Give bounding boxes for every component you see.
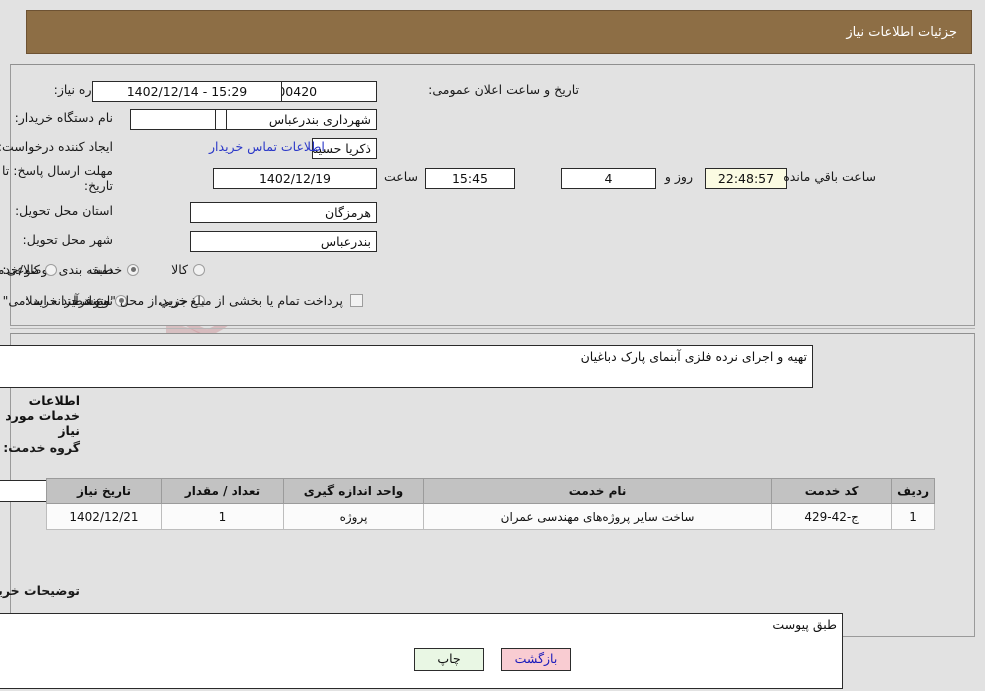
buyer-org-label: نام دستگاه خریدار:	[14, 110, 113, 125]
td-unit: پروژه	[283, 503, 424, 530]
th-radif: ردیف	[891, 478, 935, 504]
panel-divider	[10, 328, 975, 329]
general-desc-textarea[interactable]: تهیه و اجرای نرده فلزی آبنمای پارک دباغی…	[0, 345, 813, 388]
buyer-notes-label-wrap: توضیحات خریدار:	[0, 583, 80, 598]
deadline-label: مهلت ارسال پاسخ: تا تاریخ:	[2, 163, 113, 193]
td-qty: 1	[161, 503, 284, 530]
deadline-days-label: روز و	[664, 169, 693, 184]
province-value: هرمزگان	[190, 202, 377, 223]
category-option-kala-khedmat[interactable]: کالا/خدمت	[0, 262, 57, 277]
page-header: جزئیات اطلاعات نیاز	[26, 10, 972, 54]
table-row: 1 ج-42-429 ساخت سایر پروژه‌های مهندسی عم…	[46, 503, 935, 530]
category-option-khedmat[interactable]: خدمت	[88, 262, 140, 277]
radio-khedmat-icon[interactable]	[127, 263, 140, 276]
city-value: بندرعباس	[190, 231, 377, 252]
td-date: 1402/12/21	[46, 503, 162, 530]
deadline-time-label-wrap: ساعت	[384, 169, 418, 184]
buyer-contact-link-wrap[interactable]: اطلاعات تماس خریدار	[209, 139, 325, 154]
services-section-heading: اطلاعات خدمات مورد نیاز	[5, 393, 80, 438]
service-group-label: گروه خدمت:	[3, 440, 80, 455]
service-group-label-wrap: گروه خدمت:	[3, 440, 80, 455]
deadline-time-label: ساعت	[383, 169, 418, 184]
th-date: تاریخ نیاز	[46, 478, 162, 504]
th-qty: تعداد / مقدار	[161, 478, 284, 504]
general-desc-value: تهیه و اجرای نرده فلزی آبنمای پارک دباغی…	[580, 349, 807, 364]
back-button[interactable]: بازگشت	[501, 648, 571, 671]
deadline-days-label-wrap: روز و	[665, 169, 693, 184]
td-name: ساخت سایر پروژه‌های مهندسی عمران	[422, 503, 773, 530]
deadline-days-value: 4	[561, 168, 656, 189]
th-unit: واحد اندازه گیری	[283, 478, 424, 504]
city-label-wrap: شهر محل تحویل:	[23, 232, 113, 247]
announce-datetime-label-wrap: تاریخ و ساعت اعلان عمومی:	[428, 82, 579, 97]
deadline-countdown-label-wrap: ساعت باقي مانده	[783, 169, 876, 184]
buyer-contact-link[interactable]: اطلاعات تماس خریدار	[209, 139, 325, 154]
province-label: استان محل تحویل:	[14, 203, 113, 218]
page-title: جزئیات اطلاعات نیاز	[846, 24, 957, 40]
deadline-date-value: 1402/12/19	[213, 168, 377, 189]
buyer-notes-label: توضیحات خریدار:	[0, 583, 80, 598]
treasury-note-text: پرداخت تمام یا بخشی از مبلغ خرید،از محل …	[0, 293, 343, 308]
radio-kala-icon[interactable]	[193, 263, 205, 276]
category-option-kala-khedmat-label: کالا/خدمت	[0, 262, 40, 277]
deadline-label-line2: تاریخ:	[83, 178, 113, 193]
td-code: ج-42-429	[771, 503, 893, 530]
th-code: کد خدمت	[771, 478, 893, 504]
city-label: شهر محل تحویل:	[22, 232, 113, 247]
request-creator-label-wrap: ایجاد کننده درخواست:	[0, 139, 113, 154]
deadline-label-line1: مهلت ارسال پاسخ: تا	[2, 163, 113, 178]
announce-datetime-value: 15:29 - 1402/12/14	[92, 81, 282, 102]
category-radio-group: کالا خدمت کالا/خدمت	[0, 262, 205, 277]
category-option-kala[interactable]: کالا	[171, 262, 205, 277]
print-button[interactable]: چاپ	[414, 648, 484, 671]
table-header-row: ردیف کد خدمت نام خدمت واحد اندازه گیری ت…	[46, 478, 935, 504]
services-table: ردیف کد خدمت نام خدمت واحد اندازه گیری ت…	[46, 478, 935, 530]
category-option-khedmat-label: خدمت	[88, 262, 123, 277]
footer-buttons: بازگشت چاپ	[0, 648, 985, 671]
treasury-note-wrap[interactable]: پرداخت تمام یا بخشی از مبلغ خرید،از محل …	[0, 293, 363, 308]
page-root: AriaTender.net جزئیات اطلاعات نیاز شماره…	[0, 0, 985, 691]
need-summary-panel	[10, 64, 975, 326]
th-name: نام خدمت	[422, 478, 773, 504]
buyer-org-extra-field	[215, 109, 227, 130]
deadline-time-value: 15:45	[425, 168, 515, 189]
deadline-countdown-value: 22:48:57	[705, 168, 787, 189]
deadline-countdown-label: ساعت باقي مانده	[783, 169, 876, 184]
buyer-org-value: شهرداری بندرعباس	[130, 109, 377, 130]
buyer-org-label-wrap: نام دستگاه خریدار:	[15, 110, 113, 125]
province-label-wrap: استان محل تحویل:	[15, 203, 113, 218]
buyer-notes-value: طبق پیوست	[772, 617, 837, 632]
td-radif: 1	[891, 503, 935, 530]
request-creator-label: ایجاد کننده درخواست:	[0, 139, 113, 154]
announce-datetime-label: تاریخ و ساعت اعلان عمومی:	[428, 82, 579, 97]
radio-kala-khedmat-icon[interactable]	[44, 263, 57, 276]
treasury-note-checkbox[interactable]	[350, 294, 363, 307]
category-option-kala-label: کالا	[171, 262, 188, 277]
